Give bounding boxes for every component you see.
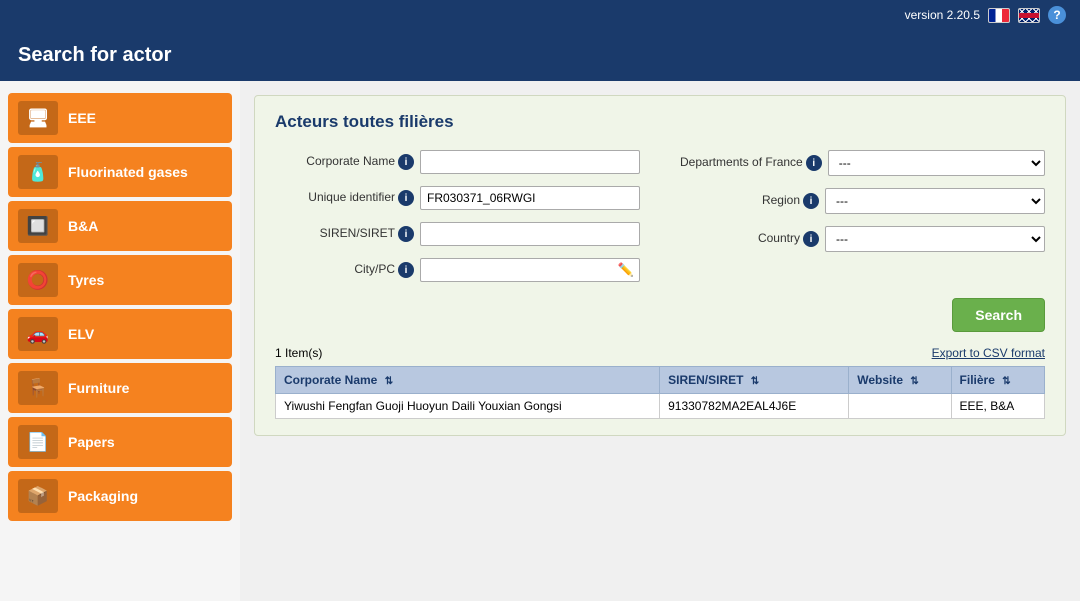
city-pc-input-wrapper: ✏️ — [420, 258, 640, 282]
results-count: 1 Item(s) — [275, 346, 322, 360]
sidebar-icon-eee: 🖥 — [18, 101, 58, 135]
country-select[interactable]: --- — [825, 226, 1045, 252]
search-panel: Acteurs toutes filières Corporate Name i — [254, 95, 1066, 436]
panel-title: Acteurs toutes filières — [275, 112, 1045, 132]
help-icon[interactable]: ? — [1048, 6, 1066, 24]
sidebar-item-eee[interactable]: 🖥 EEE — [8, 93, 232, 143]
col-header-filiere[interactable]: Filière ⇅ — [951, 367, 1044, 394]
corporate-name-input[interactable] — [420, 150, 640, 174]
main-layout: 🖥 EEE 🧴 Fluorinated gases 🔲 B&A ⭕ Tyres … — [0, 81, 1080, 601]
sidebar-item-furniture[interactable]: 🪑 Furniture — [8, 363, 232, 413]
col-header-corporate_name[interactable]: Corporate Name ⇅ — [276, 367, 660, 394]
siren-siret-label: SIREN/SIRET — [275, 226, 395, 242]
departments-label-group: Departments of France i — [680, 155, 822, 171]
region-info-icon[interactable]: i — [803, 193, 819, 209]
unique-identifier-row: Unique identifier i — [275, 186, 640, 210]
sidebar-icon-tyres: ⭕ — [18, 263, 58, 297]
siren-siret-label-group: SIREN/SIRET i — [275, 226, 414, 242]
cell-website — [849, 394, 951, 419]
sidebar-label-tyres: Tyres — [68, 272, 104, 288]
sidebar-label-furniture: Furniture — [68, 380, 129, 396]
sort-icon-corporate_name: ⇅ — [385, 376, 393, 387]
search-button-row: Search — [275, 298, 1045, 332]
region-label-group: Region i — [680, 193, 819, 209]
departments-label: Departments of France — [680, 155, 803, 171]
col-header-siren_siret[interactable]: SIREN/SIRET ⇅ — [660, 367, 849, 394]
departments-select[interactable]: --- — [828, 150, 1045, 176]
siren-siret-info-icon[interactable]: i — [398, 226, 414, 242]
region-label: Region — [680, 193, 800, 209]
region-row: Region i --- — [680, 188, 1045, 214]
region-select[interactable]: --- — [825, 188, 1045, 214]
sidebar-label-papers: Papers — [68, 434, 115, 450]
city-pc-row: City/PC i ✏️ — [275, 258, 640, 282]
sidebar-icon-fluorinated: 🧴 — [18, 155, 58, 189]
flag-french-icon[interactable] — [988, 8, 1010, 23]
city-pc-edit-icon[interactable]: ✏️ — [613, 260, 639, 280]
departments-info-icon[interactable]: i — [806, 155, 822, 171]
city-pc-input[interactable] — [421, 259, 613, 281]
results-table: Corporate Name ⇅SIREN/SIRET ⇅Website ⇅Fi… — [275, 366, 1045, 419]
corporate-name-info-icon[interactable]: i — [398, 154, 414, 170]
sidebar-icon-furniture: 🪑 — [18, 371, 58, 405]
cell-filiere: EEE, B&A — [951, 394, 1044, 419]
page-header: Search for actor — [0, 30, 1080, 81]
sidebar-label-packaging: Packaging — [68, 488, 138, 504]
sidebar-label-eee: EEE — [68, 110, 96, 126]
content-area: Acteurs toutes filières Corporate Name i — [240, 81, 1080, 601]
corporate-name-row: Corporate Name i — [275, 150, 640, 174]
export-csv-link[interactable]: Export to CSV format — [932, 346, 1045, 360]
city-pc-info-icon[interactable]: i — [398, 262, 414, 278]
sidebar-icon-elv: 🚗 — [18, 317, 58, 351]
unique-identifier-label: Unique identifier — [275, 190, 395, 206]
sidebar-icon-packaging: 📦 — [18, 479, 58, 513]
country-label: Country — [680, 231, 800, 247]
cell-corporate_name: Yiwushi Fengfan Guoji Huoyun Daili Youxi… — [276, 394, 660, 419]
sidebar: 🖥 EEE 🧴 Fluorinated gases 🔲 B&A ⭕ Tyres … — [0, 81, 240, 601]
sort-icon-filiere: ⇅ — [1002, 376, 1010, 387]
sidebar-label-bna: B&A — [68, 218, 98, 234]
city-pc-label: City/PC — [275, 262, 395, 278]
results-header: 1 Item(s) Export to CSV format — [275, 346, 1045, 360]
sort-icon-siren_siret: ⇅ — [751, 376, 759, 387]
country-label-group: Country i — [680, 231, 819, 247]
sidebar-item-tyres[interactable]: ⭕ Tyres — [8, 255, 232, 305]
unique-identifier-info-icon[interactable]: i — [398, 190, 414, 206]
corporate-name-label-group: Corporate Name i — [275, 154, 414, 170]
sidebar-label-elv: ELV — [68, 326, 94, 342]
search-form: Corporate Name i Unique identifier i — [275, 150, 1045, 282]
form-right: Departments of France i --- Region i — [680, 150, 1045, 282]
table-row[interactable]: Yiwushi Fengfan Guoji Huoyun Daili Youxi… — [276, 394, 1045, 419]
sort-icon-website: ⇅ — [910, 376, 918, 387]
cell-siren_siret: 91330782MA2EAL4J6E — [660, 394, 849, 419]
sidebar-item-papers[interactable]: 📄 Papers — [8, 417, 232, 467]
table-header-row: Corporate Name ⇅SIREN/SIRET ⇅Website ⇅Fi… — [276, 367, 1045, 394]
table-header: Corporate Name ⇅SIREN/SIRET ⇅Website ⇅Fi… — [276, 367, 1045, 394]
unique-identifier-label-group: Unique identifier i — [275, 190, 414, 206]
col-header-website[interactable]: Website ⇅ — [849, 367, 951, 394]
page-title: Search for actor — [18, 44, 171, 66]
departments-row: Departments of France i --- — [680, 150, 1045, 176]
sidebar-item-bna[interactable]: 🔲 B&A — [8, 201, 232, 251]
city-pc-label-group: City/PC i — [275, 262, 414, 278]
sidebar-item-packaging[interactable]: 📦 Packaging — [8, 471, 232, 521]
flag-english-icon[interactable] — [1018, 8, 1040, 23]
sidebar-item-elv[interactable]: 🚗 ELV — [8, 309, 232, 359]
search-button[interactable]: Search — [952, 298, 1045, 332]
siren-siret-input[interactable] — [420, 222, 640, 246]
corporate-name-label: Corporate Name — [275, 154, 395, 170]
country-info-icon[interactable]: i — [803, 231, 819, 247]
version-label: version 2.20.5 — [905, 8, 980, 22]
country-row: Country i --- — [680, 226, 1045, 252]
form-left: Corporate Name i Unique identifier i — [275, 150, 640, 282]
siren-siret-row: SIREN/SIRET i — [275, 222, 640, 246]
top-bar: version 2.20.5 ? — [0, 0, 1080, 30]
sidebar-icon-papers: 📄 — [18, 425, 58, 459]
sidebar-label-fluorinated: Fluorinated gases — [68, 164, 188, 180]
sidebar-item-fluorinated[interactable]: 🧴 Fluorinated gases — [8, 147, 232, 197]
unique-identifier-input[interactable] — [420, 186, 640, 210]
sidebar-icon-bna: 🔲 — [18, 209, 58, 243]
table-body: Yiwushi Fengfan Guoji Huoyun Daili Youxi… — [276, 394, 1045, 419]
